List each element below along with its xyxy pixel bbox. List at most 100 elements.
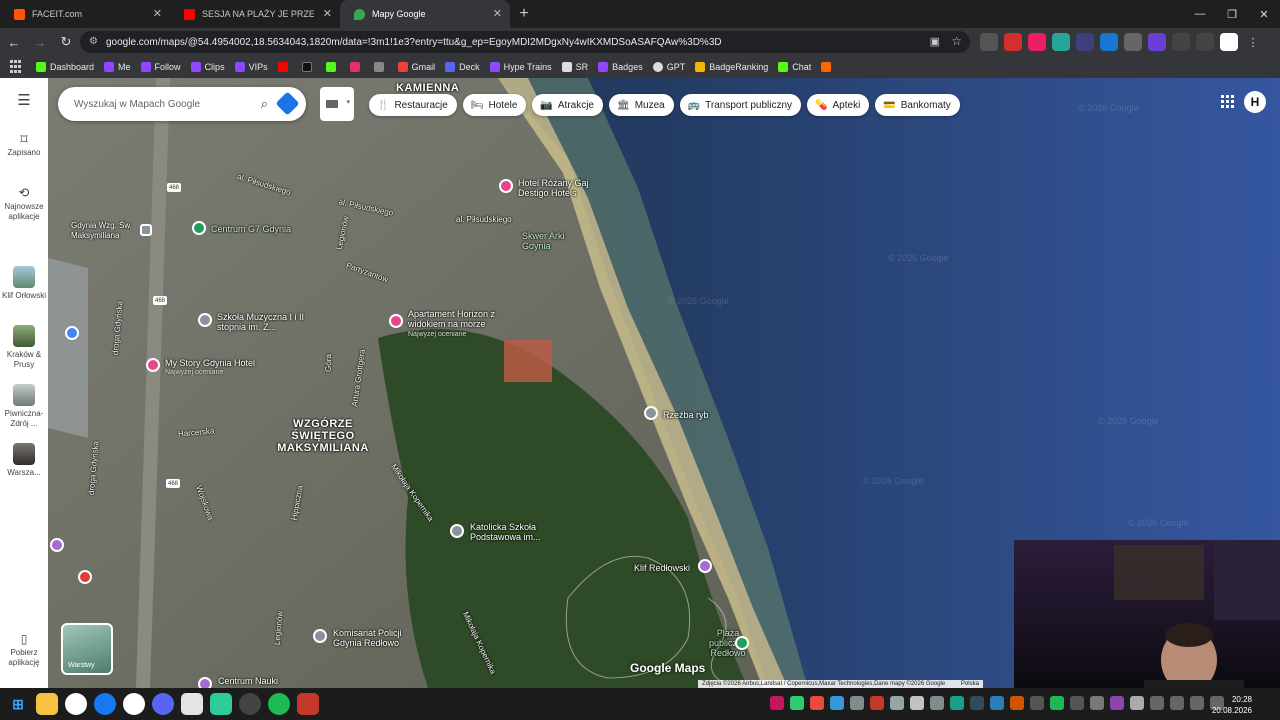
battery-icon[interactable] xyxy=(1150,696,1164,710)
site-info-icon[interactable]: ⚙ xyxy=(89,36,98,47)
recent-place-krakow[interactable]: Kraków & Prusy xyxy=(0,325,48,370)
bookmark-vips[interactable]: VIPs xyxy=(234,62,268,72)
install-app-icon[interactable]: ▣ xyxy=(930,35,940,48)
chip-hotels[interactable]: 🛏 Hotele xyxy=(462,94,527,116)
school-pin-icon[interactable] xyxy=(198,313,212,327)
tray-icon[interactable] xyxy=(910,696,924,710)
police-pin-icon[interactable] xyxy=(313,629,327,643)
place-my-story-hotel[interactable]: My Story Gdynia Hotel xyxy=(165,358,255,368)
beach-pin-icon[interactable] xyxy=(735,636,749,650)
place-pin-icon[interactable] xyxy=(50,538,64,552)
place-rzezba-ryb[interactable]: Rzeźba ryb xyxy=(663,410,709,420)
place-komisariat[interactable]: Komisariat Policji Gdynia Redłowo xyxy=(333,628,413,648)
tray-icon[interactable] xyxy=(1010,696,1024,710)
place-apartament-horizon[interactable]: Apartament Horizon z widokiem na morze xyxy=(408,309,508,329)
app-icon[interactable] xyxy=(210,693,232,715)
bookmark-badges[interactable]: Badges xyxy=(598,62,643,72)
tab-faceit[interactable]: FACEIT.com ✕ xyxy=(0,0,170,28)
extension-icon[interactable] xyxy=(1028,33,1046,51)
tray-icon[interactable] xyxy=(890,696,904,710)
forward-icon[interactable]: → xyxy=(28,30,52,54)
windows-start-icon[interactable]: ⊞ xyxy=(7,693,29,715)
get-app-button[interactable]: ▯ Pobierz aplikację xyxy=(0,633,48,668)
tab-close-icon[interactable]: ✕ xyxy=(323,7,332,20)
tab-close-icon[interactable]: ✕ xyxy=(493,7,502,20)
hotel-pin-icon[interactable] xyxy=(146,358,160,372)
layers-toggle[interactable]: Warstwy xyxy=(61,623,113,675)
spotify-icon[interactable] xyxy=(268,693,290,715)
tray-icon[interactable] xyxy=(790,696,804,710)
recent-button[interactable]: ⟲ Najnowsze aplikacje xyxy=(0,186,48,222)
tray-icon[interactable] xyxy=(830,696,844,710)
bookmark-me[interactable]: Me xyxy=(104,62,131,72)
recent-place-warszawa[interactable]: Warsza... xyxy=(0,443,48,478)
chip-atms[interactable]: 💳 Bankomaty xyxy=(875,94,960,116)
hotel-pin-icon[interactable] xyxy=(389,314,403,328)
chip-attractions[interactable]: 📷 Atrakcje xyxy=(532,94,603,116)
profile-avatar-icon[interactable] xyxy=(1220,33,1238,51)
address-bar[interactable]: ⚙ google.com/maps/@54.4954002,18.5634043… xyxy=(80,31,970,53)
network-icon[interactable] xyxy=(1190,696,1204,710)
chip-restaurants[interactable]: 🍴 Restauracje xyxy=(369,94,457,116)
place-skwer-arki[interactable]: Skwer Arki Gdynia xyxy=(522,231,572,251)
satellite-map[interactable]: Wyszukaj w Mapach Google ⌕ ▾ 🍴 Restauracj… xyxy=(48,78,1280,688)
place-centrum-nauki[interactable]: Centrum Nauki xyxy=(218,676,278,686)
tray-icon[interactable] xyxy=(1070,696,1084,710)
recent-place-klif-orlowski[interactable]: Klif Orłowski xyxy=(0,266,48,301)
tab-youtube[interactable]: SESJA NA PLAŻY JE PRZEROSŁA ✕ xyxy=(170,0,340,28)
bookmark-gpt[interactable]: GPT xyxy=(652,62,685,72)
app-icon[interactable] xyxy=(181,693,203,715)
account-avatar[interactable]: H xyxy=(1244,91,1266,113)
tray-icon[interactable] xyxy=(850,696,864,710)
school-pin-icon[interactable] xyxy=(450,524,464,538)
restore-icon[interactable]: ❐ xyxy=(1216,0,1248,28)
reload-icon[interactable]: ↻ xyxy=(54,30,78,54)
bookmark-kick[interactable] xyxy=(325,62,340,72)
place-klif-redlowski-label[interactable]: Klif Redłowski xyxy=(634,563,690,573)
tray-icon[interactable] xyxy=(1030,696,1044,710)
reading-list-icon[interactable] xyxy=(1196,33,1214,51)
extension-icon[interactable] xyxy=(1052,33,1070,51)
search-icon[interactable]: ⌕ xyxy=(261,96,268,112)
directions-icon[interactable] xyxy=(275,91,300,116)
tab-google-maps[interactable]: Mapy Google ✕ xyxy=(340,0,510,28)
search-input[interactable]: Wyszukaj w Mapach Google xyxy=(74,99,200,110)
bookmark-follow[interactable]: Follow xyxy=(140,62,181,72)
tray-icon[interactable] xyxy=(870,696,884,710)
steam-icon[interactable] xyxy=(239,693,261,715)
hospital-pin-icon[interactable] xyxy=(78,570,92,584)
tray-icon[interactable] xyxy=(930,696,944,710)
tray-icon[interactable] xyxy=(970,696,984,710)
chip-transit[interactable]: 🚌 Transport publiczny xyxy=(679,94,802,116)
puzzle-icon[interactable] xyxy=(1172,33,1190,51)
transit-pin-icon[interactable] xyxy=(65,326,79,340)
extension-icon[interactable] xyxy=(980,33,998,51)
menu-hamburger-icon[interactable]: ☰ xyxy=(0,93,48,108)
tray-icon[interactable] xyxy=(770,696,784,710)
bookmark-clips[interactable]: Clips xyxy=(190,62,225,72)
tray-icon[interactable] xyxy=(950,696,964,710)
new-tab-button[interactable]: + xyxy=(510,0,538,28)
tray-icon[interactable] xyxy=(810,696,824,710)
bookmark-badgeranking[interactable]: BadgeRanking xyxy=(695,62,768,72)
search-box[interactable]: Wyszukaj w Mapach Google ⌕ xyxy=(58,87,306,121)
system-clock[interactable]: 20:28 20.08.2026 xyxy=(1212,694,1252,716)
chrome-profile-icon[interactable] xyxy=(123,693,145,715)
discord-icon[interactable] xyxy=(152,693,174,715)
tray-icon[interactable] xyxy=(1130,696,1144,710)
tray-icon[interactable] xyxy=(1090,696,1104,710)
tray-icon[interactable] xyxy=(990,696,1004,710)
place-gdynia-station[interactable]: Gdynia Wzg. Św. Maksymiliana xyxy=(71,221,151,241)
tray-icon[interactable] xyxy=(1110,696,1124,710)
bookmark-sr[interactable]: SR xyxy=(561,62,588,72)
map-type-button[interactable]: ▾ xyxy=(320,87,354,121)
chip-pharmacies[interactable]: 💊 Apteki xyxy=(807,94,870,116)
attribution-region[interactable]: Polska xyxy=(961,681,979,687)
place-hotel-rozany-gaj[interactable]: Hotel Różany Gaj Destigo Hotels xyxy=(518,178,618,198)
tab-close-icon[interactable]: ✕ xyxy=(153,7,162,20)
bookmark-star-icon[interactable]: ☆ xyxy=(951,34,962,48)
chip-museums[interactable]: 🏛 Muzea xyxy=(609,94,674,116)
apps-grid-icon[interactable] xyxy=(10,60,24,74)
bookmark-deck[interactable]: Deck xyxy=(445,62,480,72)
extension-icon[interactable] xyxy=(1004,33,1022,51)
